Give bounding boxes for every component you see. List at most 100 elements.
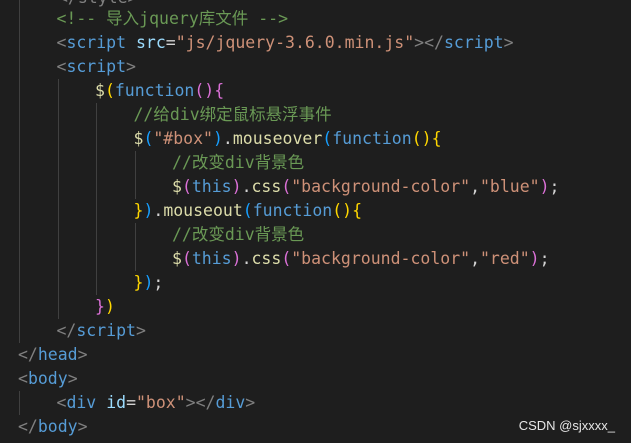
code-line[interactable]: < div id = "box" ></div > [57, 391, 256, 415]
code-token: ) [231, 177, 242, 196]
code-token: > [135, 321, 146, 340]
indent-guide [134, 223, 136, 271]
code-token: = [126, 393, 136, 412]
code-token: //改变div背景色 [172, 225, 305, 244]
code-token: ></ [185, 393, 216, 412]
code-token: } [95, 297, 105, 316]
code-line[interactable]: //给div绑定鼠标悬浮事件 [134, 103, 332, 127]
code-token: ( [143, 129, 154, 148]
code-token: this [191, 177, 232, 196]
code-token: "background-color" [291, 177, 471, 196]
code-token: = [165, 33, 176, 52]
code-token: } [133, 201, 144, 220]
code-token: < [56, 393, 67, 412]
code-token: { [214, 81, 225, 100]
code-token: > [77, 345, 88, 364]
indent-guide [19, 391, 20, 415]
code-token: ) [539, 177, 550, 196]
code-token: . [241, 177, 252, 196]
code-token: > [503, 33, 514, 52]
code-line[interactable]: }); [134, 271, 164, 295]
code-token: ; [549, 177, 560, 196]
code-line[interactable]: $(this). css("background-color", "red"); [172, 247, 550, 271]
code-line[interactable]: }). mouseout(function(){ [134, 199, 363, 223]
code-token: ; [153, 273, 164, 292]
code-line[interactable]: </head > [18, 343, 88, 367]
code-token: ( [181, 249, 192, 268]
code-token: div [215, 393, 246, 412]
code-token: mouseover [232, 129, 323, 148]
code-line[interactable]: $("#box"). mouseover(function(){ [134, 127, 442, 151]
code-token: "box" [136, 393, 186, 412]
code-token: > [126, 57, 136, 76]
code-token: css [251, 177, 282, 196]
code-token: ) [231, 249, 242, 268]
code-token: ( [104, 81, 115, 100]
code-token: script [66, 33, 127, 52]
code-token: script [76, 321, 136, 340]
code-token: </ [18, 345, 38, 364]
code-token: div [66, 393, 97, 412]
code-token: } [133, 273, 144, 292]
code-token: $ [133, 129, 144, 148]
code-token: src [135, 33, 166, 52]
code-token: > [67, 369, 78, 388]
code-token: this [191, 249, 232, 268]
code-token: $ [172, 177, 182, 196]
code-line[interactable]: //改变div背景色 [172, 223, 304, 247]
indent-guide [96, 103, 97, 295]
code-token: . [153, 201, 164, 220]
code-line[interactable]: }) [95, 295, 115, 319]
code-token: > [245, 393, 256, 412]
indent-guide [57, 79, 59, 319]
code-token: ) [143, 273, 154, 292]
indent-guide [19, 0, 20, 343]
code-token: script [443, 33, 504, 52]
code-token: ></ [414, 33, 444, 52]
code-token: //给div绑定鼠标悬浮事件 [133, 105, 332, 124]
code-token: < [18, 369, 28, 388]
code-token: > [77, 417, 88, 436]
indent-guide [134, 151, 136, 199]
code-token: ( [281, 249, 292, 268]
code-token: ) [143, 201, 154, 220]
code-line[interactable]: $(function(){ [95, 79, 224, 103]
code-line[interactable]: </body > [18, 415, 88, 439]
code-token: ( [281, 177, 292, 196]
code-token: <!-- 导入jquery库文件 --> [56, 9, 289, 28]
code-token: , [470, 177, 480, 196]
code-line[interactable]: < script src = "js/jquery-3.6.0.min.js" ></s… [57, 31, 514, 55]
code-token: "red" [480, 249, 530, 268]
code-token: head [37, 345, 78, 364]
code-token: body [27, 369, 68, 388]
code-token: body [37, 417, 78, 436]
code-token: < [56, 33, 67, 52]
code-token: $ [95, 81, 105, 100]
code-line[interactable]: $(this). css("background-color", "blue"); [172, 175, 559, 199]
code-token: id [106, 393, 127, 412]
code-line[interactable]: <!-- 导入jquery库文件 --> [57, 7, 289, 31]
code-token: , [470, 249, 480, 268]
code-token: { [352, 201, 363, 220]
code-line[interactable]: </script > [57, 319, 146, 343]
code-token: < [56, 57, 67, 76]
code-token: ) [212, 129, 223, 148]
watermark: CSDN @sjxxxx_ [518, 418, 615, 433]
code-token: script [66, 57, 127, 76]
code-token: "background-color" [291, 249, 471, 268]
code-token: function [114, 81, 195, 100]
code-token: ; [539, 249, 550, 268]
code-token: () [194, 81, 215, 100]
code-line[interactable]: //改变div背景色 [172, 151, 304, 175]
code-token: "#box" [153, 129, 213, 148]
code-token: function [332, 129, 412, 148]
code-editor[interactable]: </style> <!-- 导入jquery库文件 --><script src… [0, 0, 631, 443]
code-token: "blue" [480, 177, 540, 196]
code-token: ) [104, 297, 115, 316]
code-token: </ [18, 417, 38, 436]
code-line[interactable]: < body > [18, 367, 78, 391]
code-token: //改变div背景色 [172, 153, 305, 172]
code-line[interactable]: < script > [57, 55, 136, 79]
